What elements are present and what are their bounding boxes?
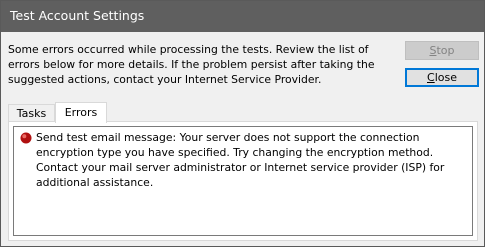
tab-errors-label: Errors (64, 106, 98, 119)
error-icon (20, 132, 32, 144)
tab-strip: Tasks Errors (8, 102, 478, 123)
title-bar[interactable]: Test Account Settings (1, 1, 484, 32)
tab-errors[interactable]: Errors (55, 102, 107, 123)
window-title: Test Account Settings (10, 8, 145, 23)
tab-tasks[interactable]: Tasks (8, 104, 55, 122)
error-message: Send test email message: Your server doe… (36, 131, 445, 189)
status-message: Some errors occurred while processing th… (8, 43, 375, 86)
test-account-settings-dialog: Test Account Settings Some errors occurr… (0, 0, 485, 247)
close-button-label: lose (434, 71, 457, 84)
close-button-accel: C (427, 71, 435, 84)
close-button[interactable]: Close (405, 68, 479, 87)
tab-tasks-label: Tasks (16, 107, 47, 120)
error-list[interactable]: Send test email message: Your server doe… (13, 126, 473, 236)
errors-tab-panel: Send test email message: Your server doe… (8, 121, 478, 241)
stop-button-label: top (436, 44, 455, 57)
stop-button[interactable]: Stop (405, 41, 479, 60)
